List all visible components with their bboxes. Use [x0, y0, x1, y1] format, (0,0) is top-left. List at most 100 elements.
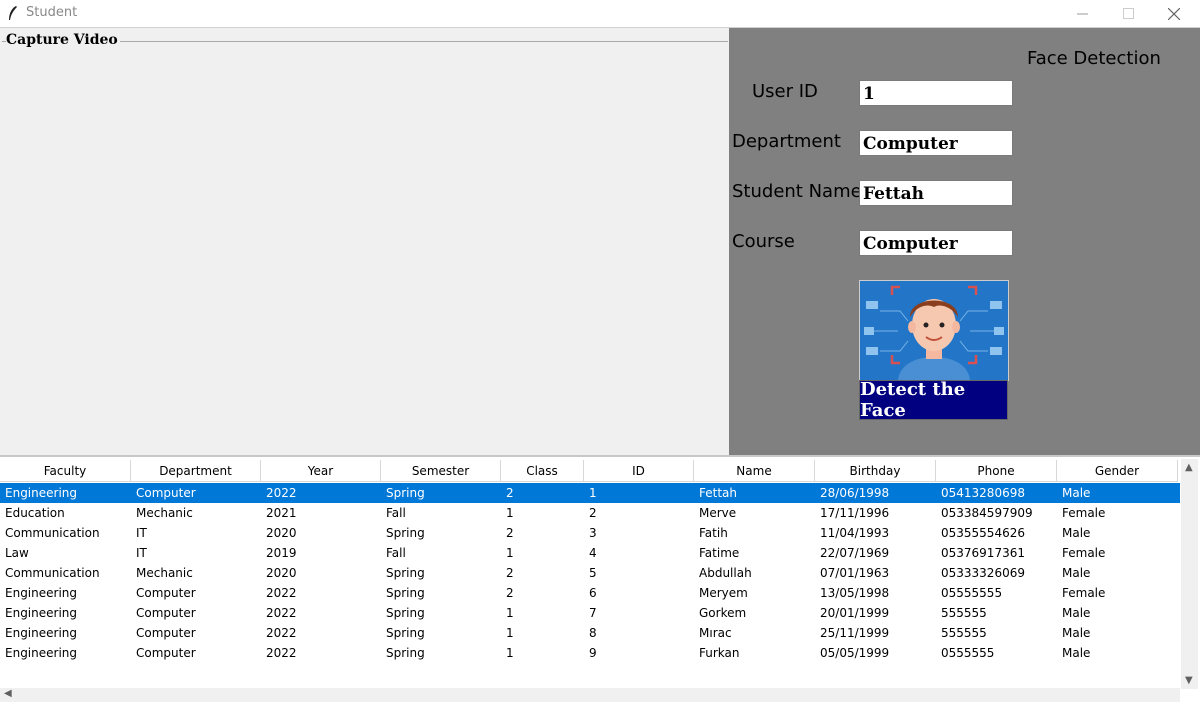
table-cell: Male [1062, 526, 1091, 540]
table-cell: 1 [506, 546, 514, 560]
table-cell: 20/01/1999 [820, 606, 890, 620]
table-cell: Furkan [699, 646, 740, 660]
maximize-icon [1122, 8, 1134, 19]
table-cell: 05413280698 [941, 486, 1025, 500]
student-table[interactable]: Faculty Department Year Semester Class ID Name… [0, 455, 1200, 705]
capture-video-legend: Capture Video [6, 32, 120, 48]
department-field[interactable]: Computer [859, 130, 1013, 156]
table-cell: 2022 [266, 626, 297, 640]
table-row[interactable]: Engineering Computer 2022 Spring 1 9 Furkan 05/… [0, 643, 1180, 663]
table-body: Engineering Computer 2022 Spring 2 1 Fettah 28/… [0, 483, 1180, 663]
table-row[interactable]: Law IT 2019 Fall 1 4 Fatime 22/07/1969 053769173… [0, 543, 1180, 563]
student-name-label: Student Name [732, 181, 862, 202]
table-cell: Education [5, 506, 65, 520]
table-cell: 6 [589, 586, 597, 600]
table-cell: 05/05/1999 [820, 646, 890, 660]
table-cell: 17/11/1996 [820, 506, 890, 520]
table-cell: 2022 [266, 486, 297, 500]
table-cell: Fall [386, 546, 406, 560]
table-cell: Spring [386, 586, 425, 600]
table-row[interactable]: Education Mechanic 2021 Fall 1 2 Merve 17/11/19… [0, 503, 1180, 523]
table-cell: IT [136, 546, 147, 560]
table-cell: 2020 [266, 526, 297, 540]
column-header[interactable]: Gender [1057, 460, 1178, 482]
feather-icon [9, 6, 17, 20]
table-cell: Fall [386, 506, 406, 520]
table-cell: Spring [386, 626, 425, 640]
table-cell: 1 [506, 646, 514, 660]
table-cell: Female [1062, 546, 1106, 560]
table-cell: 5 [589, 566, 597, 580]
column-header[interactable]: Class [501, 460, 584, 482]
table-row[interactable]: Engineering Computer 2022 Spring 1 8 Mırac 25/1… [0, 623, 1180, 643]
table-row[interactable]: Communication IT 2020 Spring 2 3 Fatih 11/04/19… [0, 523, 1180, 543]
close-icon [1168, 7, 1180, 20]
table-cell: Male [1062, 626, 1091, 640]
table-cell: 2020 [266, 566, 297, 580]
table-cell: 9 [589, 646, 597, 660]
table-cell: 2022 [266, 646, 297, 660]
table-cell: 555555 [941, 606, 987, 620]
table-cell: Merve [699, 506, 737, 520]
column-header[interactable]: ID [584, 460, 694, 482]
window-title: Student [26, 5, 78, 20]
table-cell: Spring [386, 526, 425, 540]
user-id-field[interactable]: 1 [859, 80, 1013, 106]
table-cell: Computer [136, 486, 196, 500]
scroll-up-icon[interactable]: ▲ [1185, 462, 1193, 473]
table-cell: Male [1062, 606, 1091, 620]
column-header[interactable]: Phone [936, 460, 1057, 482]
column-header[interactable]: Department [131, 460, 261, 482]
table-row[interactable]: Engineering Computer 2022 Spring 1 7 Gorkem 20/… [0, 603, 1180, 623]
scroll-down-icon[interactable]: ▼ [1185, 675, 1193, 686]
scroll-left-icon[interactable]: ◀ [4, 688, 12, 699]
table-cell: Female [1062, 506, 1106, 520]
table-cell: Mırac [699, 626, 732, 640]
table-cell: 2 [506, 526, 514, 540]
table-header: Faculty Department Year Semester Class ID Name… [0, 460, 1180, 482]
table-cell: Law [5, 546, 29, 560]
table-cell: 2 [506, 586, 514, 600]
column-header[interactable]: Name [694, 460, 815, 482]
table-cell: Spring [386, 646, 425, 660]
student-name-field[interactable]: Fettah [859, 180, 1013, 206]
horizontal-scrollbar[interactable]: ◀ [0, 688, 1180, 702]
face-scan-image[interactable] [859, 280, 1009, 381]
table-cell: 8 [589, 626, 597, 640]
minimize-button[interactable] [1059, 0, 1105, 27]
close-button[interactable] [1151, 0, 1197, 27]
table-cell: 2019 [266, 546, 297, 560]
table-cell: Communication [5, 526, 100, 540]
table-cell: 1 [589, 486, 597, 500]
vertical-scrollbar[interactable]: ▲ ▼ [1181, 459, 1198, 689]
course-field[interactable]: Computer [859, 230, 1013, 256]
table-cell: Abdullah [699, 566, 752, 580]
face-scan-illustration [860, 281, 1008, 380]
table-cell: Gorkem [699, 606, 747, 620]
table-cell: 7 [589, 606, 597, 620]
table-cell: 13/05/1998 [820, 586, 890, 600]
table-cell: 0555555 [941, 646, 995, 660]
table-cell: 2022 [266, 586, 297, 600]
table-cell: Mechanic [136, 506, 193, 520]
table-cell: Computer [136, 646, 196, 660]
table-cell: Mechanic [136, 566, 193, 580]
table-cell: 2 [589, 506, 597, 520]
face-detection-panel: Face Detection User ID 1 Department Comp… [729, 28, 1200, 455]
column-header[interactable]: Faculty [0, 460, 131, 482]
department-label: Department [732, 131, 841, 152]
column-header[interactable]: Year [261, 460, 381, 482]
table-cell: IT [136, 526, 147, 540]
table-cell: Meryem [699, 586, 748, 600]
maximize-button[interactable] [1105, 0, 1151, 27]
table-row[interactable]: Communication Mechanic 2020 Spring 2 5 Abdulla… [0, 563, 1180, 583]
table-row[interactable]: Engineering Computer 2022 Spring 2 6 Meryem 13/… [0, 583, 1180, 603]
table-cell: 22/07/1969 [820, 546, 890, 560]
table-cell: 2021 [266, 506, 297, 520]
column-header[interactable]: Birthday [815, 460, 936, 482]
table-cell: Engineering [5, 586, 77, 600]
detect-face-button[interactable]: Detect the Face [859, 379, 1008, 421]
table-row[interactable]: Engineering Computer 2022 Spring 2 1 Fettah 28/… [0, 483, 1180, 503]
capture-video-frame: Capture Video [0, 28, 728, 455]
column-header[interactable]: Semester [381, 460, 501, 482]
